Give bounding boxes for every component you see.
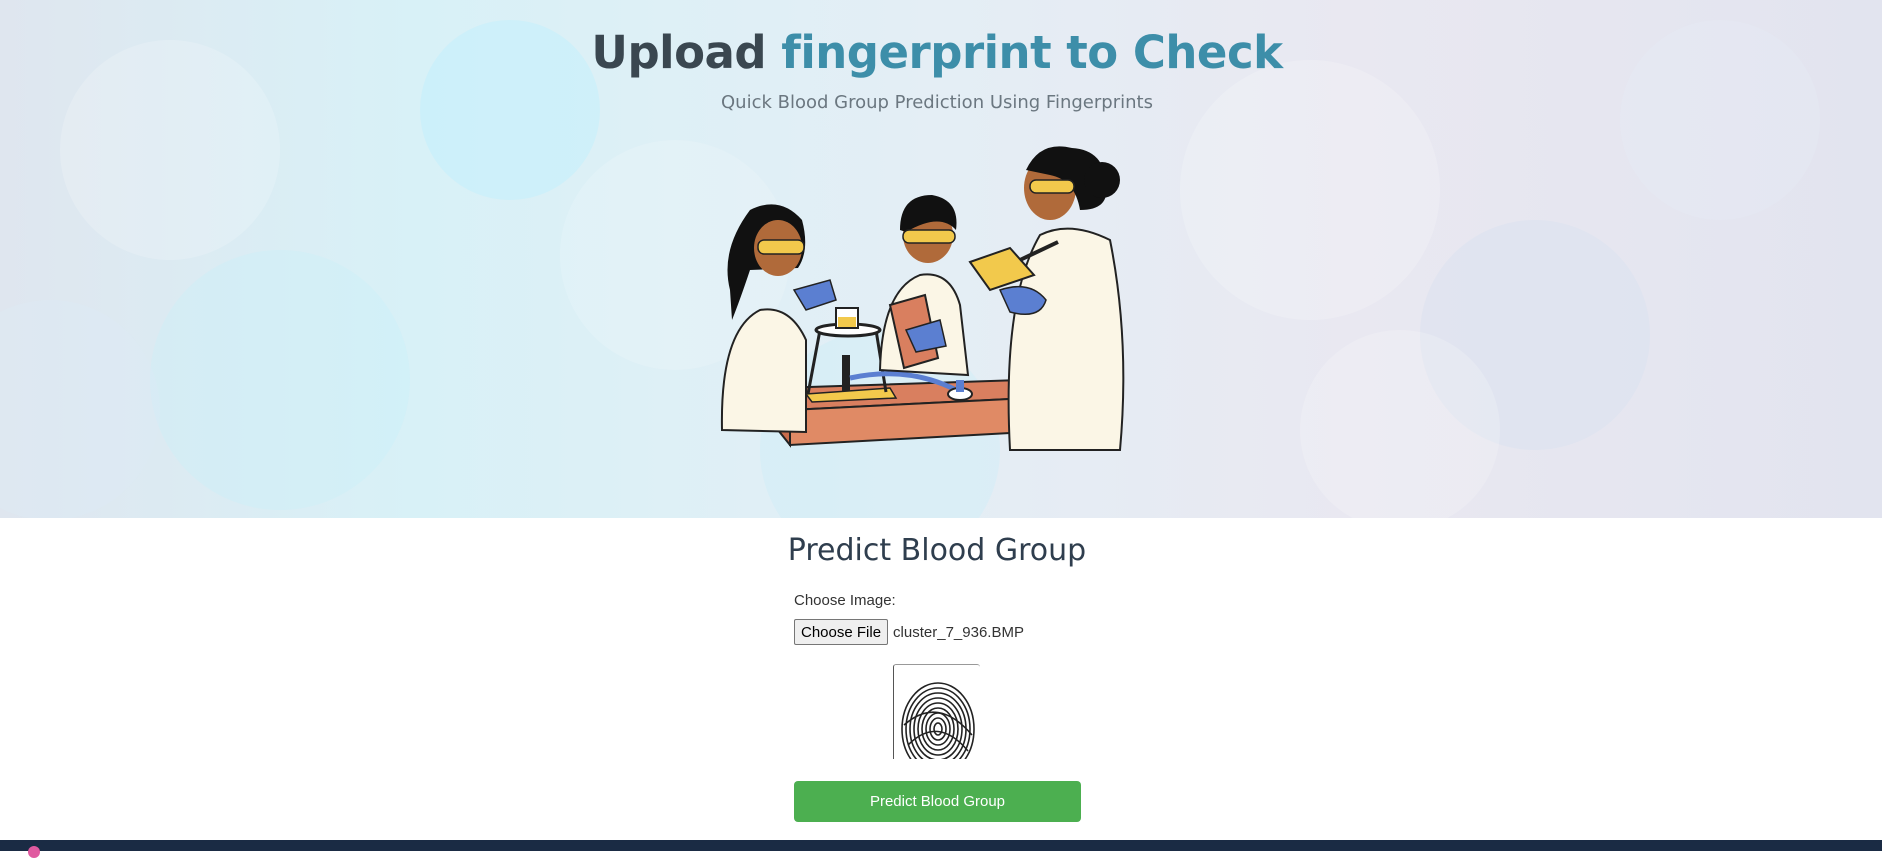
hero-banner: Upload fingerprint to Check Quick Blood … [0,0,1882,518]
taskbar [0,840,1882,858]
predict-blood-group-button[interactable]: Predict Blood Group [794,781,1081,822]
selected-file-name: cluster_7_936.BMP [893,623,1024,641]
choose-file-button[interactable]: Choose File [794,619,889,645]
form-title: Predict Blood Group [787,533,1087,568]
choose-image-label: Choose Image: [794,592,896,609]
scientists-lab-illustration [720,146,1125,451]
hero-title-part2: fingerprint to Check [781,26,1283,79]
file-input[interactable]: Choose File cluster_7_936.BMP [794,619,1024,645]
hero-subtitle: Quick Blood Group Prediction Using Finge… [721,92,1153,113]
hero-title-part1: Upload [591,26,782,79]
hero-title: Upload fingerprint to Check [0,26,1874,79]
taskbar-app-icon[interactable] [28,846,40,858]
fingerprint-icon [901,682,975,759]
fingerprint-preview [893,664,980,759]
